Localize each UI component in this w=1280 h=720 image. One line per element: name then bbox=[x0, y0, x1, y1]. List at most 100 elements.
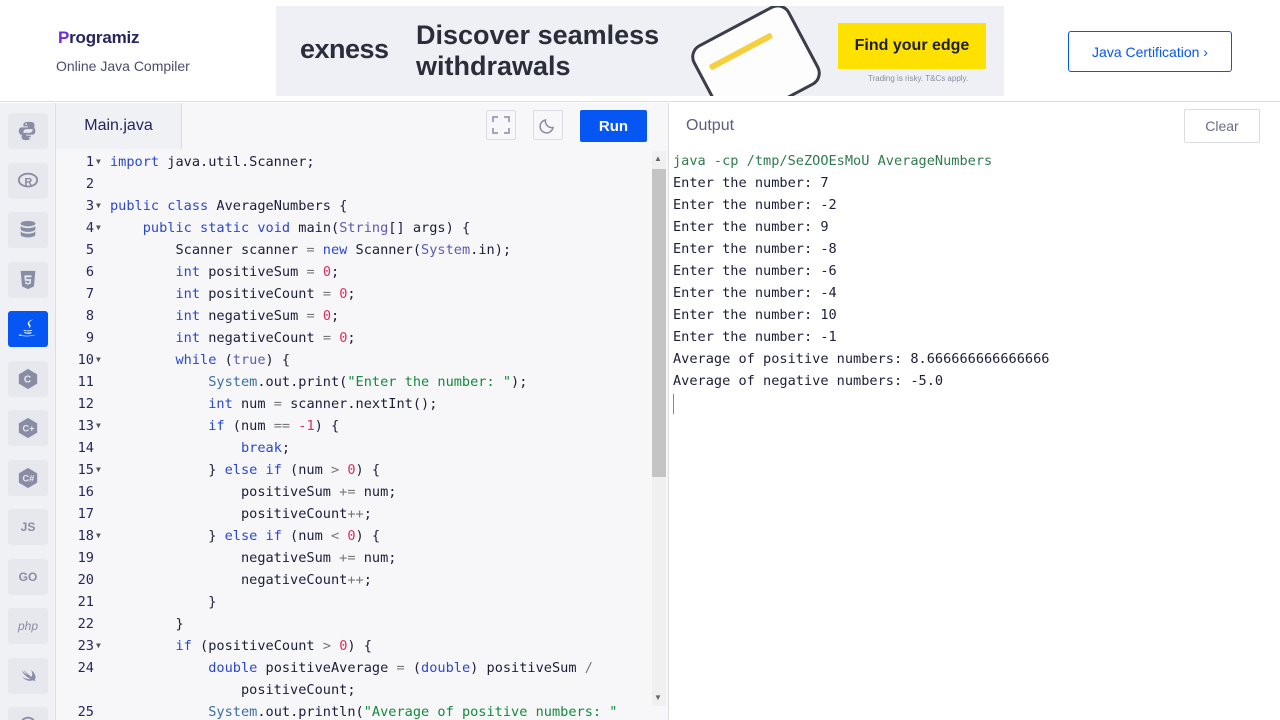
svg-text:C+: C+ bbox=[23, 424, 35, 434]
code-text: negativeSum += num; bbox=[110, 550, 397, 566]
code-text: public class AverageNumbers { bbox=[110, 198, 348, 214]
code-line: 8 int negativeSum = 0; bbox=[56, 305, 652, 327]
line-number: 7 bbox=[85, 286, 94, 302]
code-text: } bbox=[110, 616, 184, 632]
sidebar-lang-go[interactable]: GO bbox=[8, 558, 48, 595]
code-text: int positiveCount = 0; bbox=[175, 286, 356, 302]
line-number: 19 bbox=[77, 550, 94, 566]
code-text: positiveSum += num; bbox=[110, 484, 397, 500]
code-text: if (num == -1) { bbox=[208, 418, 340, 434]
sidebar-lang-rust[interactable] bbox=[8, 707, 48, 720]
page-subtitle: Online Java Compiler bbox=[56, 58, 190, 74]
java-certification-button[interactable]: Java Certification › bbox=[1068, 31, 1232, 72]
scroll-up-icon[interactable]: ▲ bbox=[654, 154, 662, 163]
code-text: int negativeSum = 0; bbox=[175, 308, 340, 324]
line-number: 11 bbox=[77, 374, 94, 390]
output-line: Enter the number: -8 bbox=[673, 241, 837, 257]
line-number: 14 bbox=[77, 440, 94, 456]
code-line: 6 int positiveSum = 0; bbox=[56, 261, 652, 283]
dark-mode-icon[interactable] bbox=[533, 110, 563, 140]
line-number: 22 bbox=[77, 616, 94, 632]
code-line: positiveCount; bbox=[56, 679, 652, 701]
swift-icon bbox=[17, 665, 39, 687]
ad-disclaimer: Trading is risky. T&Cs apply. bbox=[868, 74, 969, 83]
language-sidebar: R C C+ C# JS GO php bbox=[0, 103, 56, 720]
python-icon bbox=[17, 120, 39, 142]
code-text: break; bbox=[240, 440, 291, 456]
run-button[interactable]: Run bbox=[580, 110, 647, 142]
fold-icon[interactable]: ▼ bbox=[96, 459, 101, 481]
cpp-icon: C+ bbox=[17, 417, 39, 439]
code-text: Scanner scanner = new Scanner(System.in)… bbox=[110, 242, 512, 258]
fold-icon[interactable]: ▼ bbox=[96, 217, 101, 239]
code-text: System.out.print("Enter the number: "); bbox=[208, 374, 528, 390]
line-number: 25 bbox=[77, 704, 94, 720]
java-icon bbox=[17, 318, 39, 340]
code-line: 19 negativeSum += num; bbox=[56, 547, 652, 569]
code-line: 12 int num = scanner.nextInt(); bbox=[56, 393, 652, 415]
sidebar-lang-swift[interactable] bbox=[8, 657, 48, 694]
sidebar-lang-php[interactable]: php bbox=[8, 608, 48, 644]
line-number: 13 bbox=[77, 418, 94, 434]
ad-phone-image bbox=[686, 6, 826, 96]
code-line: 10 ▼ while (true) { bbox=[56, 349, 652, 371]
sidebar-lang-cpp[interactable]: C+ bbox=[8, 410, 48, 446]
code-line: 5 Scanner scanner = new Scanner(System.i… bbox=[56, 239, 652, 261]
code-text: int negativeCount = 0; bbox=[175, 330, 356, 346]
code-text: public static void main(String[] args) { bbox=[142, 220, 471, 236]
fullscreen-icon[interactable] bbox=[486, 110, 516, 140]
code-area[interactable]: 1 ▼ import java.util.Scanner; 2 3 ▼ public cla… bbox=[56, 151, 652, 720]
line-number: 18 bbox=[77, 528, 94, 544]
fold-icon[interactable]: ▼ bbox=[96, 349, 101, 371]
sidebar-lang-python[interactable] bbox=[8, 113, 48, 149]
line-number: 24 bbox=[77, 660, 94, 676]
code-text: negativeCount++; bbox=[110, 572, 372, 588]
editor-scrollbar-thumb[interactable] bbox=[652, 169, 666, 477]
sidebar-lang-c[interactable]: C bbox=[8, 360, 48, 397]
line-number: 10 bbox=[77, 352, 94, 368]
code-text: } else if (num < 0) { bbox=[110, 528, 381, 544]
rust-icon bbox=[17, 714, 39, 720]
code-text: System.out.println("Average of positive … bbox=[208, 704, 618, 720]
code-editor-panel: Main.java Run 1 ▼ import java.util.Scanner… bbox=[56, 103, 668, 720]
sidebar-lang-sql[interactable] bbox=[8, 212, 48, 248]
line-number: 15 bbox=[77, 462, 94, 478]
r-icon: R bbox=[17, 170, 39, 192]
code-line: 23 ▼ if (positiveCount > 0) { bbox=[56, 635, 652, 657]
code-text: import java.util.Scanner; bbox=[110, 154, 315, 170]
ad-cta-button[interactable]: Find your edge bbox=[838, 23, 986, 69]
line-number: 5 bbox=[85, 242, 94, 258]
code-line: 4 ▼ public static void main(String[] args… bbox=[56, 217, 652, 239]
sidebar-lang-html[interactable] bbox=[8, 261, 48, 298]
line-number: 3 bbox=[85, 198, 94, 214]
output-console[interactable]: java -cp /tmp/SeZOOEsMoU AverageNumbers … bbox=[673, 150, 1273, 414]
sidebar-lang-js[interactable]: JS bbox=[8, 509, 48, 545]
code-text: while (true) { bbox=[175, 352, 291, 368]
line-number: 17 bbox=[77, 506, 94, 522]
output-line: Enter the number: -4 bbox=[673, 285, 837, 301]
code-line: 9 int negativeCount = 0; bbox=[56, 327, 652, 349]
output-title: Output bbox=[686, 117, 735, 134]
line-number: 4 bbox=[85, 220, 94, 236]
fold-icon[interactable]: ▼ bbox=[96, 415, 101, 437]
fold-icon[interactable]: ▼ bbox=[96, 195, 101, 217]
output-line: Average of negative numbers: -5.0 bbox=[673, 373, 944, 389]
sidebar-lang-csharp[interactable]: C# bbox=[8, 459, 48, 496]
output-line: Enter the number: 10 bbox=[673, 307, 837, 323]
tab-main-java[interactable]: Main.java bbox=[56, 103, 182, 149]
ad-banner[interactable]: exness Discover seamless withdrawals Fin… bbox=[276, 6, 1004, 96]
code-text: if (positiveCount > 0) { bbox=[175, 638, 372, 654]
code-text: int positiveSum = 0; bbox=[175, 264, 340, 280]
code-line: 17 positiveCount++; bbox=[56, 503, 652, 525]
fold-icon[interactable]: ▼ bbox=[96, 525, 101, 547]
sidebar-lang-java[interactable] bbox=[8, 311, 48, 347]
fold-icon[interactable]: ▼ bbox=[96, 635, 101, 657]
code-line: 18 ▼ } else if (num < 0) { bbox=[56, 525, 652, 547]
scroll-down-icon[interactable]: ▼ bbox=[654, 693, 662, 702]
fold-icon[interactable]: ▼ bbox=[96, 151, 101, 173]
code-text: double positiveAverage = (double) positi… bbox=[208, 660, 593, 676]
sidebar-lang-r[interactable]: R bbox=[8, 162, 48, 199]
clear-button[interactable]: Clear bbox=[1184, 109, 1260, 143]
line-number: 16 bbox=[77, 484, 94, 500]
programiz-logo[interactable]: Programiz bbox=[58, 28, 140, 48]
